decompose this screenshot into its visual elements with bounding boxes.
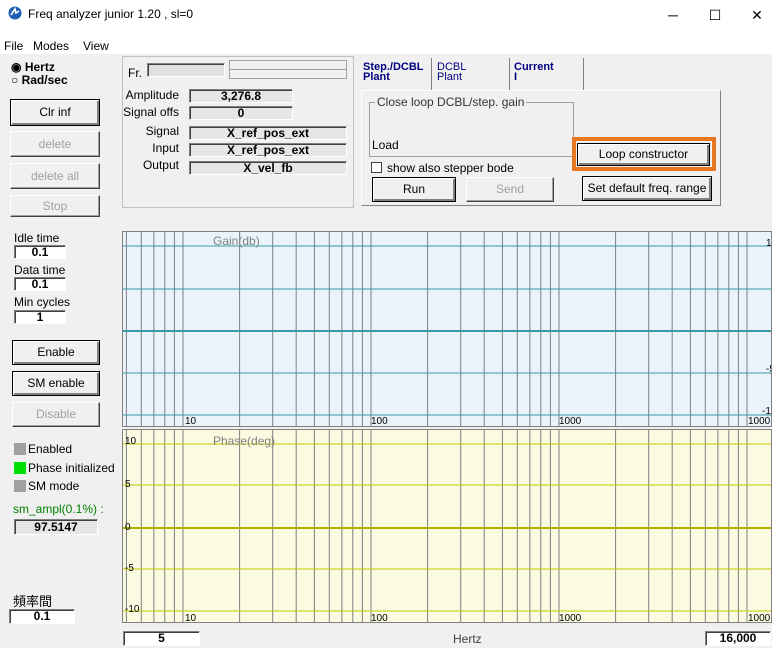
phase-plot-grid	[123, 430, 771, 622]
phase-initialized-label: Phase initialized	[28, 461, 115, 475]
sm-ampl-label: sm_ampl(0.1%) :	[13, 502, 104, 516]
gain-x-tick: 1000	[559, 416, 582, 427]
set-default-range-button[interactable]: Set default freq. range	[582, 176, 712, 201]
group-box	[369, 102, 574, 157]
phase-x-tick: 1000	[748, 613, 771, 623]
menu-modes[interactable]: Modes	[33, 39, 69, 53]
fr-range-divider	[229, 69, 347, 70]
app-icon	[8, 6, 22, 20]
phase-x-tick: 10	[185, 613, 197, 623]
freq-interval-label: 頻率間	[13, 594, 53, 609]
radio-selected-icon: ◉	[11, 60, 22, 74]
menu-bar: File Modes View	[0, 38, 772, 54]
min-cycles-input[interactable]: 1	[14, 310, 66, 324]
phase-y-tick: 10	[125, 436, 137, 447]
sm-mode-label: SM mode	[28, 479, 80, 493]
radio-hertz-label: Hertz	[24, 60, 55, 74]
gain-y-tick: -10	[762, 406, 771, 417]
delete-button[interactable]: delete	[10, 131, 100, 157]
radio-radsec[interactable]: ○ Rad/sec	[11, 73, 68, 87]
radio-radsec-label: Rad/sec	[21, 73, 68, 87]
phase-y-tick: -5	[125, 563, 134, 574]
phase-plot: Phase(deg) 10 5 0 -5 -10 10 100 1000 100…	[122, 429, 772, 623]
idle-time-label: Idle time	[14, 231, 60, 245]
phase-y-tick: -10	[125, 604, 140, 615]
radio-empty-icon: ○	[11, 73, 19, 87]
group-title: Close loop DCBL/step. gain	[375, 95, 527, 109]
menu-file[interactable]: File	[4, 39, 23, 53]
run-button[interactable]: Run	[372, 177, 456, 202]
highlight-box	[572, 137, 716, 171]
tab-divider	[431, 58, 432, 90]
gain-x-tick: 100	[371, 416, 388, 427]
tab-current-line1: Current	[514, 61, 554, 73]
min-freq-input[interactable]: 5	[123, 631, 200, 646]
gain-x-tick: 10	[185, 416, 197, 427]
signal-offs-label: Signal offs	[123, 105, 179, 119]
gain-plot-grid	[123, 232, 771, 426]
output-value: X_vel_fb	[189, 161, 347, 175]
phase-x-tick: 1000	[559, 613, 582, 623]
clr-inf-button[interactable]: Clr inf	[10, 99, 100, 126]
signal-offs-value: 0	[189, 106, 293, 120]
tab-current-line2: I	[514, 71, 518, 83]
send-button[interactable]: Send	[466, 177, 554, 202]
stop-button[interactable]: Stop	[10, 195, 100, 217]
signal-label: Signal	[145, 124, 179, 138]
phase-plot-title: Phase(deg)	[213, 434, 276, 448]
enable-button[interactable]: Enable	[12, 340, 100, 365]
enabled-indicator	[14, 443, 26, 455]
maximize-button[interactable]: ☐	[700, 4, 730, 26]
amplitude-value: 3,276.8	[189, 89, 293, 103]
gain-plot-title: Gain(db)	[213, 234, 260, 248]
fr-progress-bar	[147, 63, 225, 77]
x-axis-label: Hertz	[453, 632, 482, 646]
phase-x-tick: 100	[371, 613, 388, 623]
tab-divider	[509, 58, 510, 90]
freq-interval-input[interactable]: 0.1	[9, 609, 75, 624]
gain-x-tick: 1000	[748, 416, 771, 427]
tab-step-dcbl-plant[interactable]: Step./DCBL Plant	[363, 62, 424, 83]
output-label: Output	[142, 158, 179, 172]
enabled-label: Enabled	[28, 442, 73, 456]
sm-ampl-value: 97.5147	[14, 519, 98, 535]
sm-enable-button[interactable]: SM enable	[12, 371, 100, 396]
input-label: Input	[152, 141, 179, 155]
tab-divider	[583, 58, 584, 90]
stepper-bode-checkbox[interactable]	[371, 162, 382, 173]
gain-y-tick: 1	[766, 238, 772, 249]
radio-hertz[interactable]: ◉ Hertz	[11, 60, 55, 74]
disable-button[interactable]: Disable	[12, 402, 100, 427]
gain-plot: Gain(db) 10 100 1000 1000 1 -5 -10	[122, 231, 772, 427]
gain-y-tick: -5	[766, 364, 771, 375]
menu-view[interactable]: View	[83, 39, 109, 53]
data-time-input[interactable]: 0.1	[14, 277, 66, 291]
tab-dcbl-line2: Plant	[437, 71, 463, 83]
close-button[interactable]: ✕	[742, 4, 772, 26]
phase-y-tick: 5	[125, 479, 131, 490]
input-value: X_ref_pos_ext	[189, 143, 347, 157]
delete-all-button[interactable]: delete all	[10, 163, 100, 189]
minimize-button[interactable]: ─	[658, 4, 688, 26]
max-freq-input[interactable]: 16,000	[705, 631, 771, 646]
phase-initialized-indicator	[14, 462, 26, 474]
amplitude-label: Amplitude	[125, 88, 179, 102]
window-title: Freq analyzer junior 1.20 , sl=0	[28, 7, 194, 21]
data-time-label: Data time	[14, 263, 66, 277]
phase-y-tick: 0	[125, 522, 131, 533]
stepper-bode-label: show also stepper bode	[387, 161, 514, 175]
fr-label: Fr.	[128, 66, 142, 80]
tab-step-dcbl-line2: Plant	[363, 71, 390, 83]
min-cycles-label: Min cycles	[14, 295, 71, 309]
idle-time-input[interactable]: 0.1	[14, 245, 66, 259]
tab-current[interactable]: Current I	[514, 61, 554, 83]
sm-mode-indicator	[14, 480, 26, 492]
tab-dcbl-plant[interactable]: DCBL Plant	[437, 62, 466, 83]
signal-value: X_ref_pos_ext	[189, 126, 347, 140]
load-label: Load	[372, 138, 399, 152]
